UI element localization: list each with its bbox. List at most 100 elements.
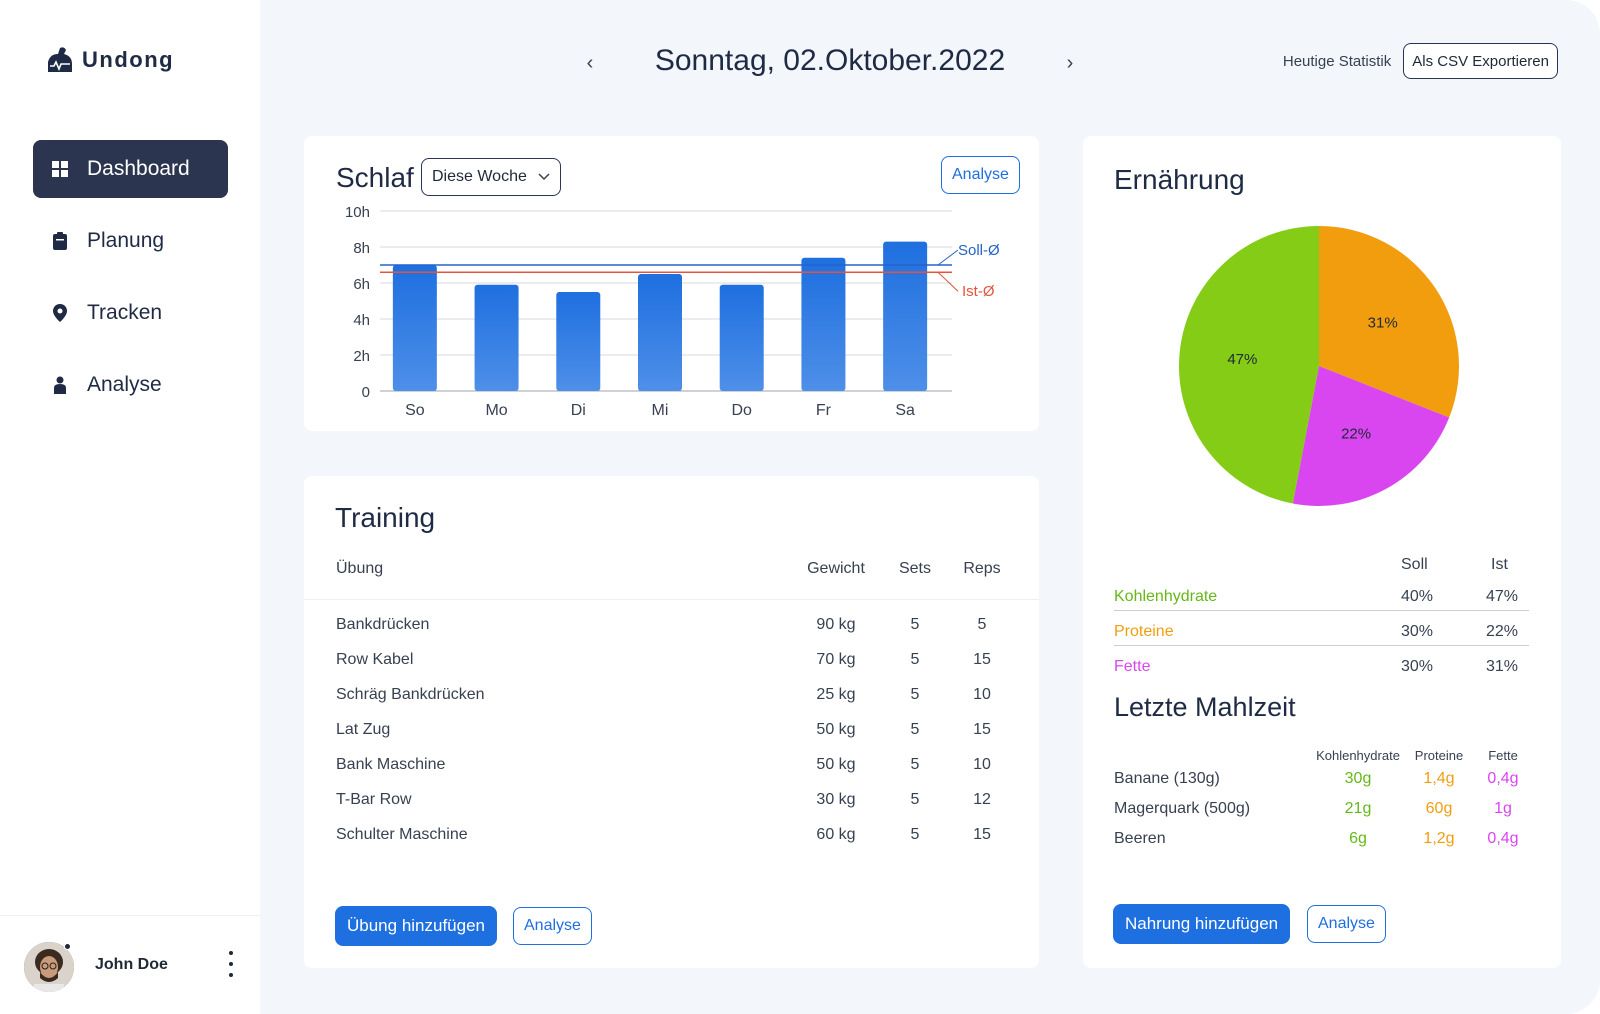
exercise-reps: 15 <box>973 651 991 668</box>
chevron-right-icon[interactable]: › <box>1060 50 1080 76</box>
add-exercise-button[interactable]: Übung hinzufügen <box>335 906 498 946</box>
exercise-name: Schräg Bankdrücken <box>336 686 485 703</box>
sleep-bar-fr[interactable] <box>801 257 846 391</box>
sleep-bar-chart: 0 2h 4h 6h 8h 10h So Mo Di Mi Do Fr Sa Soll-Ø Ist-Ø <box>345 204 1000 419</box>
nutrition-analyse-button[interactable]: Analyse <box>1307 905 1386 943</box>
table-row[interactable]: Schräg Bankdrücken 25 kg 5 10 <box>304 678 1039 713</box>
x-tick-label: Mo <box>485 402 507 419</box>
sidebar-item-label: Analyse <box>87 373 162 396</box>
more-vertical-icon[interactable] <box>226 951 236 977</box>
exercise-sets: 5 <box>910 826 920 843</box>
sleep-bar-mi[interactable] <box>638 274 682 391</box>
chevron-left-icon[interactable]: ‹ <box>580 50 600 76</box>
macro-name: Proteine <box>1114 623 1174 640</box>
meal-col-carbs: Kohlenhydrate <box>1316 748 1400 763</box>
exercise-reps: 10 <box>973 686 991 703</box>
y-tick-label: 10h <box>345 204 370 221</box>
sleep-bar-so[interactable] <box>392 265 437 391</box>
brand-logo[interactable]: Undong <box>44 44 174 76</box>
pie-slice-label: 22% <box>1341 425 1371 442</box>
stats-label: Heutige Statistik <box>1282 52 1392 70</box>
nutrition-card: Ernährung 31% 22% 47% Soll Ist Kohlenhydra… <box>1083 136 1561 968</box>
meal-protein: 1,2g <box>1423 830 1455 847</box>
macro-row: Fette 30% 31% <box>1114 646 1529 681</box>
table-row[interactable]: Bankdrücken 90 kg 5 5 <box>304 608 1039 643</box>
col-header-gewicht: Gewicht <box>807 560 865 577</box>
macro-ist: 22% <box>1486 623 1519 640</box>
user-name: John Doe <box>95 956 168 973</box>
exercise-name: Row Kabel <box>336 651 414 668</box>
exercise-name: Schulter Maschine <box>336 826 468 843</box>
x-tick-label: Sa <box>895 402 915 419</box>
add-food-button[interactable]: Nahrung hinzufügen <box>1113 904 1291 944</box>
export-csv-button[interactable]: Als CSV Exportieren <box>1403 43 1558 79</box>
meal-carbs: 6g <box>1349 830 1367 847</box>
exercise-weight: 60 kg <box>816 826 856 843</box>
page-title: Sonntag, 02.Oktober.2022 <box>654 44 1006 77</box>
col-header-soll: Soll <box>1401 556 1428 573</box>
x-tick-label: Di <box>571 402 586 419</box>
meal-row: Banane (130g) 30g 1,4g 0,4g <box>1114 766 1534 796</box>
training-card: Training Übung Gewicht Sets Reps Bankdrü… <box>304 476 1039 968</box>
meal-row: Magerquark (500g) 21g 60g 1g <box>1114 796 1534 826</box>
table-row[interactable]: Row Kabel 70 kg 5 15 <box>304 643 1039 678</box>
meal-fat: 0,4g <box>1487 770 1519 787</box>
exercise-weight: 50 kg <box>816 721 856 738</box>
sidebar-item-label: Planung <box>87 229 165 252</box>
sidebar-item-tracken[interactable]: Tracken <box>33 284 228 342</box>
sidebar-item-planung[interactable]: Planung <box>33 212 228 270</box>
col-header-uebung: Übung <box>336 560 384 577</box>
table-row[interactable]: T-Bar Row 30 kg 5 12 <box>304 783 1039 818</box>
y-tick-label: 0 <box>362 384 370 401</box>
sleep-bar-di[interactable] <box>556 292 601 391</box>
meal-col-protein: Proteine <box>1414 748 1464 763</box>
user-profile-bar: John Doe <box>0 915 260 1014</box>
meal-fat: 1g <box>1494 800 1512 817</box>
table-row[interactable]: Schulter Maschine 60 kg 5 15 <box>304 818 1039 853</box>
sleep-bar-sa[interactable] <box>883 241 928 391</box>
col-header-sets: Sets <box>898 560 931 577</box>
reference-connector <box>937 249 959 266</box>
macro-name: Fette <box>1114 658 1151 675</box>
table-row[interactable]: Lat Zug 50 kg 5 15 <box>304 713 1039 748</box>
x-tick-label: So <box>405 402 425 419</box>
exercise-name: Bank Maschine <box>336 756 446 773</box>
macro-soll: 30% <box>1401 623 1434 640</box>
exercise-weight: 50 kg <box>816 756 856 773</box>
grid-icon <box>51 160 69 178</box>
exercise-reps: 10 <box>973 756 991 773</box>
sidebar-item-label: Tracken <box>87 301 163 324</box>
sleep-bar-do[interactable] <box>719 284 764 391</box>
sidebar-item-analyse[interactable]: Analyse <box>33 356 228 414</box>
header-actions: Heutige Statistik Als CSV Exportieren <box>1283 43 1558 79</box>
exercise-weight: 90 kg <box>816 616 856 633</box>
exercise-weight: 70 kg <box>816 651 856 668</box>
training-analyse-button[interactable]: Analyse <box>513 907 592 945</box>
meal-name: Beeren <box>1114 830 1166 847</box>
meal-row: Beeren 6g 1,2g 0,4g <box>1114 826 1534 856</box>
table-row[interactable]: Bank Maschine 50 kg 5 10 <box>304 748 1039 783</box>
exercise-sets: 5 <box>910 616 920 633</box>
sleep-bar-mo[interactable] <box>474 284 519 391</box>
exercise-reps: 15 <box>973 721 991 738</box>
macro-ist: 47% <box>1486 588 1519 605</box>
exercise-sets: 5 <box>910 791 920 808</box>
exercise-weight: 25 kg <box>816 686 856 703</box>
brand-name: Undong <box>82 47 175 72</box>
meal-protein: 1,4g <box>1423 770 1455 787</box>
meal-name: Banane (130g) <box>1114 770 1220 787</box>
macro-row: Kohlenhydrate 40% 47% <box>1114 576 1529 611</box>
x-tick-label: Fr <box>816 402 832 419</box>
online-status-dot <box>64 943 71 950</box>
date-navigation: ‹ Sonntag, 02.Oktober.2022 › <box>580 40 1080 86</box>
meal-fat: 0,4g <box>1487 830 1519 847</box>
flexed-arm-icon <box>48 47 72 72</box>
y-tick-label: 6h <box>353 276 370 293</box>
sidebar-item-dashboard[interactable]: Dashboard <box>33 140 228 198</box>
macro-row: Proteine 30% 22% <box>1114 611 1529 646</box>
pie-slice-label: 47% <box>1227 351 1257 368</box>
reference-label: Soll-Ø <box>958 242 1000 259</box>
reference-connector <box>937 271 959 292</box>
meal-carbs: 30g <box>1344 770 1372 787</box>
macro-ist: 31% <box>1486 658 1519 675</box>
